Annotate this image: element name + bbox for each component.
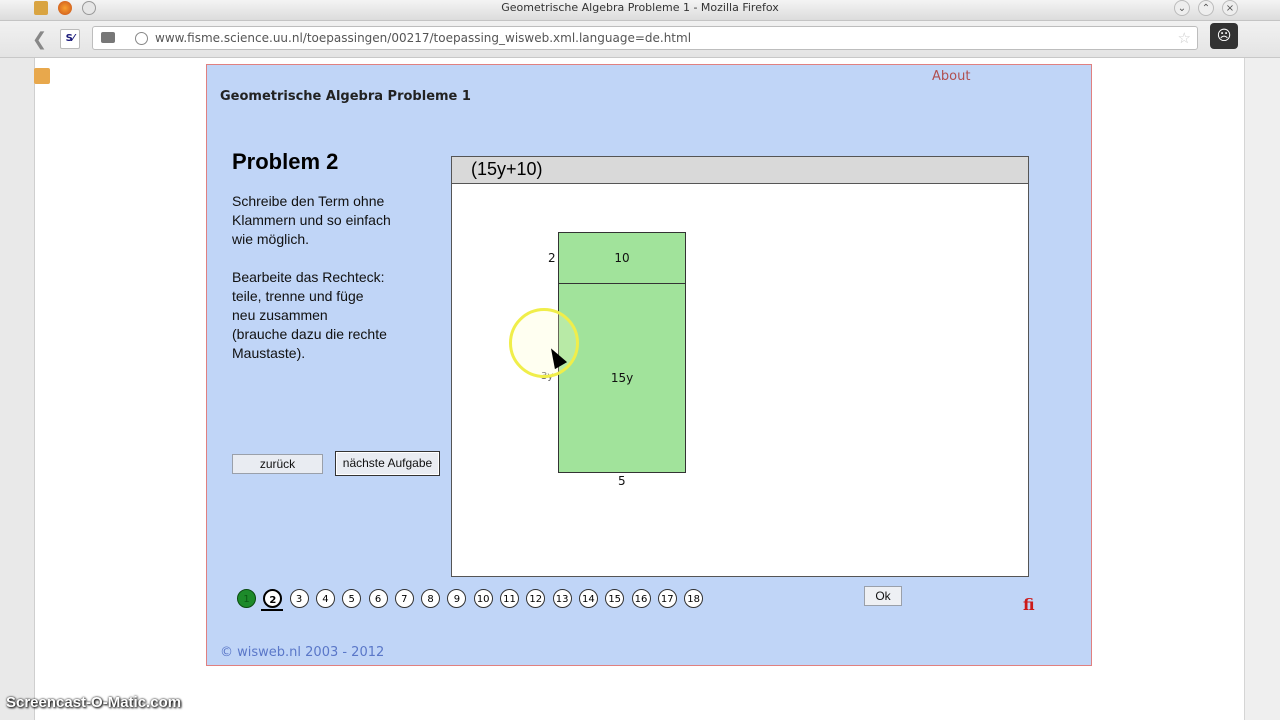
problem-button[interactable]: 9 xyxy=(447,589,467,608)
back-arrow-icon[interactable]: ❮ xyxy=(32,29,50,51)
chevron-down-icon[interactable]: ⌄ xyxy=(1174,0,1190,16)
problem-button[interactable]: 16 xyxy=(631,589,651,608)
instruction-text: Schreibe den Term ohne Klammern und so e… xyxy=(232,193,391,247)
problem-button[interactable]: 12 xyxy=(526,589,546,608)
window-titlebar: Geometrische Algebra Probleme 1 - Mozill… xyxy=(0,0,1280,21)
instruction-text: Bearbeite das Rechteck: teile, trenne un… xyxy=(232,269,387,361)
expression-header: (15y+10) xyxy=(452,157,1028,184)
area-label: 15y xyxy=(610,371,634,385)
problem-button[interactable]: 7 xyxy=(394,589,414,608)
window-title: Geometrische Algebra Probleme 1 - Mozill… xyxy=(501,1,779,14)
chevron-up-icon[interactable]: ⌃ xyxy=(1198,0,1214,16)
current-problem-underline xyxy=(261,609,283,611)
problem-button[interactable]: 11 xyxy=(500,589,519,608)
ok-button[interactable]: Ok xyxy=(864,586,902,606)
url-bar[interactable]: www.fisme.science.uu.nl/toepassingen/002… xyxy=(92,26,1198,50)
algebra-applet: About Geometrische Algebra Probleme 1 Pr… xyxy=(206,64,1092,666)
problem-button[interactable]: 15 xyxy=(605,589,625,608)
work-area[interactable]: (15y+10) 10 15y 2 3y 5 xyxy=(451,156,1029,577)
problem-button[interactable]: 14 xyxy=(578,589,598,608)
bookmarks-icon[interactable] xyxy=(101,32,115,43)
rectangle-part-bottom[interactable]: 15y xyxy=(558,283,686,473)
problem-button[interactable]: 1 xyxy=(237,589,256,608)
problem-button[interactable]: 10 xyxy=(473,589,493,608)
problem-button[interactable]: 18 xyxy=(684,589,704,608)
addon-button[interactable]: S⁄ xyxy=(60,29,80,49)
rectangle-part-top[interactable]: 10 xyxy=(558,232,686,284)
problem-title: Problem 2 xyxy=(232,149,339,174)
globe-icon xyxy=(135,32,148,45)
height-label: 2 xyxy=(548,251,556,265)
browser-navbar: ❮ S⁄ www.fisme.science.uu.nl/toepassinge… xyxy=(0,21,1280,58)
left-sidebar-strip xyxy=(0,58,35,720)
problem-button[interactable]: 5 xyxy=(342,589,362,608)
problem-button[interactable]: 17 xyxy=(657,589,677,608)
next-task-button[interactable]: nächste Aufgabe xyxy=(335,451,440,476)
cursor-highlight xyxy=(509,308,579,378)
fi-logo-icon: fi xyxy=(1023,595,1035,614)
watermark: Screencast-O-Matic.com xyxy=(6,694,182,711)
copyright: © wisweb.nl 2003 - 2012 xyxy=(220,645,385,660)
problem-button[interactable]: 2 xyxy=(263,589,283,608)
close-icon[interactable]: × xyxy=(1222,0,1238,16)
applet-title: Geometrische Algebra Probleme 1 xyxy=(220,89,471,104)
page-tab-icon[interactable] xyxy=(34,68,50,84)
problem-button[interactable]: 13 xyxy=(552,589,572,608)
area-label: 10 xyxy=(614,251,630,265)
about-link[interactable]: About xyxy=(932,69,970,84)
back-button[interactable]: zurück xyxy=(232,454,323,474)
url-text[interactable]: www.fisme.science.uu.nl/toepassingen/002… xyxy=(155,31,691,45)
problem-button[interactable]: 6 xyxy=(368,589,388,608)
problem-button[interactable]: 8 xyxy=(421,589,441,608)
width-label: 5 xyxy=(618,474,626,488)
star-icon[interactable]: ☆ xyxy=(1178,29,1191,47)
problem-button[interactable]: 3 xyxy=(289,589,309,608)
right-sidebar-strip xyxy=(1244,58,1280,720)
face-icon[interactable]: ☹ xyxy=(1210,23,1238,49)
expression-text: (15y+10) xyxy=(471,159,543,179)
problem-button[interactable]: 4 xyxy=(315,589,335,608)
